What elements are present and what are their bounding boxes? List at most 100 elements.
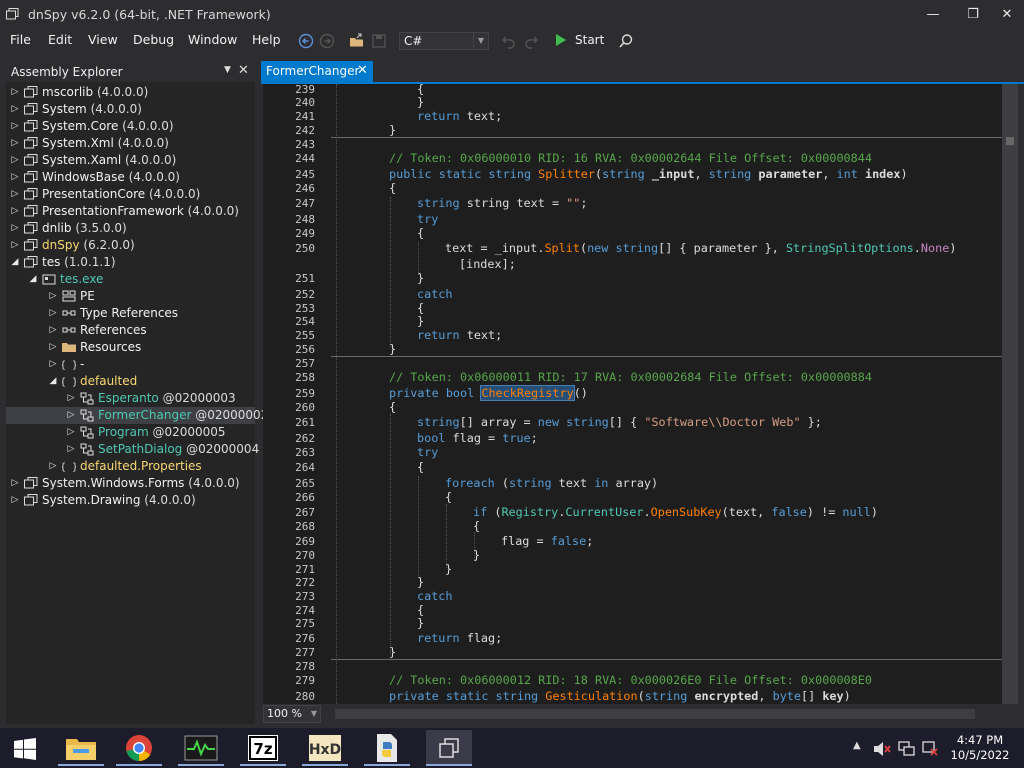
collapsed-triangle-icon[interactable]: ▷ — [48, 458, 58, 475]
menu-debug[interactable]: Debug — [133, 30, 174, 50]
collapsed-triangle-icon[interactable]: ▷ — [10, 84, 20, 101]
chevron-up-icon[interactable]: ▲ — [853, 740, 861, 751]
collapsed-triangle-icon[interactable]: ▷ — [10, 237, 20, 254]
collapsed-triangle-icon[interactable]: ▷ — [10, 152, 20, 169]
tree-item[interactable]: ▷ System.Core (4.0.0.0) — [6, 118, 255, 135]
tree-item[interactable]: ▷ System (4.0.0.0) — [6, 101, 255, 118]
taskbar-file-explorer[interactable] — [58, 730, 104, 766]
expanded-triangle-icon[interactable]: ◢ — [28, 271, 38, 288]
save-icon[interactable] — [370, 32, 388, 50]
collapsed-triangle-icon[interactable]: ▷ — [66, 407, 76, 424]
tree-item[interactable]: ▷ Program @02000005 — [6, 424, 255, 441]
close-window-button[interactable]: ✕ — [984, 0, 1024, 30]
code-line: try — [417, 445, 439, 459]
windows-start-button[interactable] — [2, 730, 48, 766]
activity-monitor-icon — [184, 735, 218, 761]
notification-icon[interactable] — [922, 741, 938, 757]
indent-guide — [390, 414, 391, 654]
tree-item[interactable]: ▷ PresentationFramework (4.0.0.0) — [6, 203, 255, 220]
zoom-select[interactable]: 100 % ▼ — [263, 705, 321, 723]
collapsed-triangle-icon[interactable]: ▷ — [10, 203, 20, 220]
tree-item-name: FormerChanger — [98, 408, 192, 422]
tree-item[interactable]: ▷ PE — [6, 288, 255, 305]
menu-file[interactable]: File — [10, 30, 31, 50]
taskbar-chrome[interactable] — [116, 730, 162, 766]
collapsed-triangle-icon[interactable]: ▷ — [48, 322, 58, 339]
start-button[interactable]: Start — [551, 30, 604, 50]
taskbar-clock[interactable]: 4:47 PM 10/5/2022 — [938, 733, 1022, 763]
tree-item[interactable]: ▷ dnSpy (6.2.0.0) — [6, 237, 255, 254]
taskbar-python-file[interactable] — [364, 730, 410, 766]
redo-icon[interactable] — [522, 32, 540, 50]
tree-item[interactable]: ▷ Esperanto @02000003 — [6, 390, 255, 407]
tree-item[interactable]: ▷ SetPathDialog @02000004 — [6, 441, 260, 458]
tree-item-name: PresentationFramework — [42, 204, 184, 218]
tree-item[interactable]: ▷ { } defaulted.Properties — [6, 458, 255, 475]
taskbar-monitor[interactable] — [178, 730, 224, 766]
tree-item[interactable]: ◢ tes (1.0.1.1) — [6, 254, 255, 271]
assembly-icon — [24, 86, 38, 98]
assembly-icon — [24, 137, 38, 149]
tree-item[interactable]: ▷ System.Drawing (4.0.0.0) — [6, 492, 255, 509]
expanded-triangle-icon[interactable]: ◢ — [48, 373, 58, 390]
panel-menu-icon[interactable]: ▼ — [224, 65, 231, 75]
search-icon[interactable] — [617, 32, 635, 50]
taskbar-dnspy[interactable] — [426, 730, 472, 766]
collapsed-triangle-icon[interactable]: ▷ — [48, 339, 58, 356]
tree-item[interactable]: ▷ System.Windows.Forms (4.0.0.0) — [6, 475, 255, 492]
line-number: 257 — [295, 357, 315, 370]
tree-item[interactable]: ▷ FormerChanger @02000002 — [6, 407, 268, 424]
collapsed-triangle-icon[interactable]: ▷ — [10, 186, 20, 203]
scrollbar-thumb[interactable] — [1006, 137, 1014, 145]
speaker-muted-icon[interactable] — [873, 741, 891, 757]
tree-item[interactable]: ▷ Resources — [6, 339, 255, 356]
code-editor[interactable]: 239 240 241 242 243 244 245 246 247 248 249 250 251 2… — [263, 84, 1002, 704]
forward-icon[interactable] — [318, 32, 336, 50]
collapsed-triangle-icon[interactable]: ▷ — [10, 475, 20, 492]
undo-icon[interactable] — [500, 32, 518, 50]
tree-item[interactable]: ▷ System.Xaml (4.0.0.0) — [6, 152, 255, 169]
collapsed-triangle-icon[interactable]: ▷ — [48, 356, 58, 373]
chevron-down-icon[interactable]: ▼ — [473, 33, 488, 49]
collapsed-triangle-icon[interactable]: ▷ — [66, 390, 76, 407]
network-icon[interactable] — [898, 740, 916, 757]
collapsed-triangle-icon[interactable]: ▷ — [10, 220, 20, 237]
tree-item[interactable]: ▷ { }- — [6, 356, 255, 373]
menu-window[interactable]: Window — [188, 30, 237, 50]
collapsed-triangle-icon[interactable]: ▷ — [48, 305, 58, 322]
tree-item[interactable]: ◢ tes.exe — [6, 271, 255, 288]
collapsed-triangle-icon[interactable]: ▷ — [48, 288, 58, 305]
tree-item[interactable]: ▷ System.Xml (4.0.0.0) — [6, 135, 255, 152]
tree-item[interactable]: ▷ mscorlib (4.0.0.0) — [6, 84, 255, 101]
close-panel-icon[interactable]: ✕ — [238, 63, 249, 78]
collapsed-triangle-icon[interactable]: ▷ — [66, 424, 76, 441]
collapsed-triangle-icon[interactable]: ▷ — [10, 169, 20, 186]
taskbar-hxd[interactable]: HxD — [302, 730, 348, 766]
collapsed-triangle-icon[interactable]: ▷ — [66, 441, 76, 458]
language-select[interactable]: C# ▼ — [399, 32, 489, 50]
tree-item[interactable]: ▷ dnlib (3.5.0.0) — [6, 220, 255, 237]
tree-item[interactable]: ▷ References — [6, 322, 255, 339]
indent-guide — [390, 197, 391, 347]
tab-formerchanger[interactable]: FormerChanger ✕ — [261, 61, 373, 82]
horizontal-scrollbar[interactable] — [335, 709, 975, 719]
tree-item[interactable]: ▷ WindowsBase (4.0.0.0) — [6, 169, 255, 186]
close-tab-icon[interactable]: ✕ — [357, 63, 368, 78]
tree-item[interactable]: ◢ { } defaulted — [6, 373, 255, 390]
line-number: 252 — [295, 288, 315, 301]
back-icon[interactable] — [297, 32, 315, 50]
tree-item[interactable]: ▷ Type References — [6, 305, 255, 322]
collapsed-triangle-icon[interactable]: ▷ — [10, 135, 20, 152]
vertical-scrollbar[interactable] — [1002, 84, 1018, 704]
taskbar-7zip[interactable]: 7z — [240, 730, 286, 766]
collapsed-triangle-icon[interactable]: ▷ — [10, 101, 20, 118]
code-line: try — [417, 212, 439, 226]
menu-edit[interactable]: Edit — [48, 30, 72, 50]
expanded-triangle-icon[interactable]: ◢ — [10, 254, 20, 271]
menu-view[interactable]: View — [88, 30, 118, 50]
collapsed-triangle-icon[interactable]: ▷ — [10, 492, 20, 509]
collapsed-triangle-icon[interactable]: ▷ — [10, 118, 20, 135]
open-icon[interactable] — [348, 32, 366, 50]
tree-item[interactable]: ▷ PresentationCore (4.0.0.0) — [6, 186, 255, 203]
menu-help[interactable]: Help — [252, 30, 281, 50]
